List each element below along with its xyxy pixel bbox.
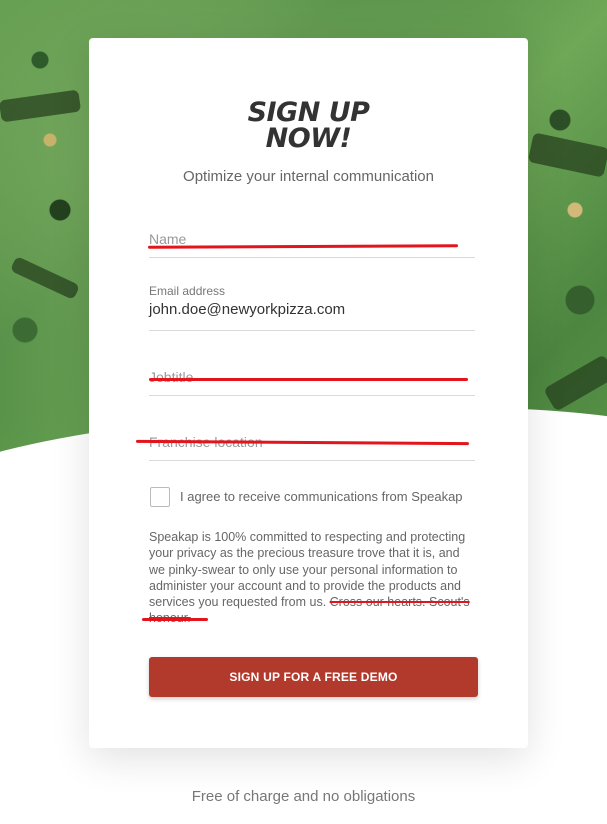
background-decoration [9, 255, 81, 301]
background-decoration [543, 354, 607, 412]
background-decoration [527, 132, 607, 178]
footer-note: Free of charge and no obligations [191, 788, 416, 805]
email-label: Email address [149, 284, 226, 298]
consent-checkbox[interactable] [150, 487, 170, 507]
name-field[interactable]: Name [149, 211, 475, 258]
jobtitle-placeholder: Jobtitle [149, 369, 194, 385]
signup-demo-button[interactable]: SIGN UP FOR A FREE DEMO [149, 657, 478, 697]
background-decoration [0, 89, 82, 123]
email-value: john.doe@newyorkpizza.com [149, 301, 346, 318]
annotation-strike [149, 378, 468, 381]
title-line-2: NOW! [265, 123, 352, 154]
jobtitle-field[interactable]: Jobtitle [149, 349, 475, 396]
annotation-strike [142, 618, 208, 621]
franchise-field[interactable]: Franchise location [149, 414, 475, 461]
subtitle: Optimize your internal communication [183, 168, 434, 185]
page-title: SIGN UP NOW! [89, 99, 528, 154]
privacy-notice: Speakap is 100% committed to respecting … [149, 529, 479, 627]
consent-label: I agree to receive communications from S… [180, 489, 463, 504]
name-placeholder: Name [149, 231, 187, 247]
signup-card: SIGN UP NOW! Optimize your internal comm… [89, 38, 528, 748]
email-field[interactable]: Email address john.doe@newyorkpizza.com [149, 284, 475, 331]
